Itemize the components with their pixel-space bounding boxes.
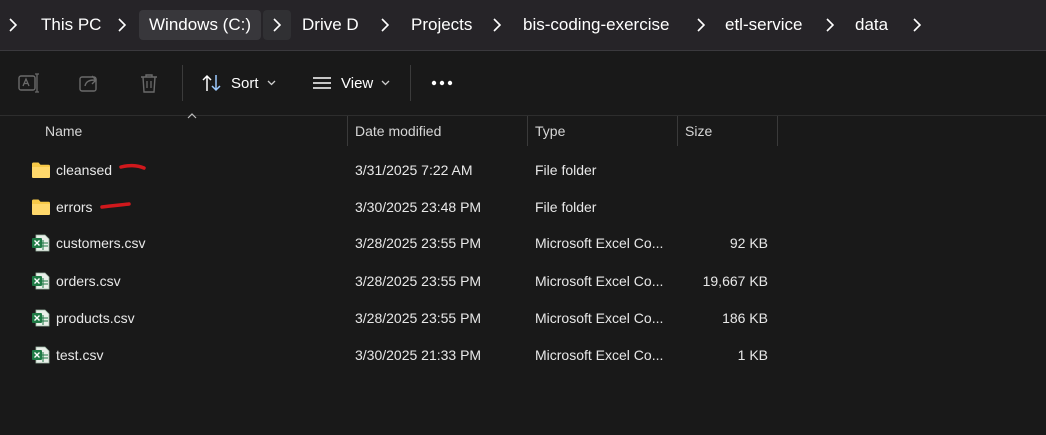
- file-type: Microsoft Excel Co...: [535, 310, 664, 326]
- chevron-right-icon[interactable]: [696, 16, 706, 34]
- column-header-type[interactable]: Type: [535, 116, 565, 146]
- file-date: 3/30/2025 21:33 PM: [355, 347, 482, 363]
- chevron-right-icon[interactable]: [492, 16, 502, 34]
- excel-file-icon: [32, 309, 50, 327]
- file-size: 186 KB: [722, 310, 768, 326]
- breadcrumb-etl-service[interactable]: etl-service: [725, 10, 802, 40]
- breadcrumb-data[interactable]: data: [855, 10, 888, 40]
- excel-file-icon: [32, 346, 50, 364]
- file-name: customers.csv: [56, 235, 146, 251]
- file-type: File folder: [535, 162, 597, 178]
- view-button[interactable]: View: [311, 69, 390, 97]
- file-type: Microsoft Excel Co...: [535, 347, 664, 363]
- file-type: Microsoft Excel Co...: [535, 273, 664, 289]
- file-size: 19,667 KB: [702, 273, 768, 289]
- sort-button[interactable]: Sort: [201, 69, 276, 97]
- column-header-size[interactable]: Size: [685, 116, 712, 146]
- sort-ascending-icon: [187, 113, 197, 119]
- file-row[interactable]: errors 3/30/2025 23:48 PM File folder: [0, 189, 780, 226]
- chevron-right-icon[interactable]: [117, 16, 127, 34]
- delete-icon[interactable]: [137, 71, 161, 95]
- chevron-right-icon[interactable]: [8, 16, 18, 34]
- file-date: 3/28/2025 23:55 PM: [355, 310, 482, 326]
- rename-icon[interactable]: [17, 71, 41, 95]
- view-label: View: [341, 74, 374, 92]
- view-list-icon: [313, 77, 331, 89]
- file-row[interactable]: customers.csv 3/28/2025 23:55 PM Microso…: [0, 225, 780, 262]
- toolbar-divider: [182, 65, 183, 101]
- file-row[interactable]: orders.csv 3/28/2025 23:55 PM Microsoft …: [0, 263, 780, 300]
- column-header-name[interactable]: Name: [45, 116, 82, 146]
- command-bar: Sort View: [0, 51, 1046, 116]
- red-annotation-mark: [119, 163, 146, 170]
- breadcrumb-dropdown[interactable]: [263, 10, 291, 40]
- column-divider[interactable]: [347, 116, 348, 146]
- breadcrumb-this-pc[interactable]: This PC: [41, 10, 101, 40]
- file-row[interactable]: test.csv 3/30/2025 21:33 PM Microsoft Ex…: [0, 337, 780, 374]
- chevron-right-icon[interactable]: [380, 16, 390, 34]
- sort-icon: [202, 74, 221, 92]
- file-type: Microsoft Excel Co...: [535, 235, 664, 251]
- toolbar-divider: [410, 65, 411, 101]
- file-name: errors: [56, 199, 93, 215]
- file-row[interactable]: products.csv 3/28/2025 23:55 PM Microsof…: [0, 300, 780, 337]
- file-type: File folder: [535, 199, 597, 215]
- address-bar: This PC Windows (C:) Drive D Projects bi…: [0, 0, 1046, 51]
- column-divider[interactable]: [777, 116, 778, 146]
- file-size: 1 KB: [737, 347, 768, 363]
- excel-file-icon: [32, 272, 50, 290]
- file-name: test.csv: [56, 347, 104, 363]
- breadcrumb-windows-c[interactable]: Windows (C:): [139, 10, 262, 40]
- file-date: 3/28/2025 23:55 PM: [355, 273, 482, 289]
- breadcrumb-drive-d[interactable]: Drive D: [302, 10, 359, 40]
- folder-icon: [32, 199, 50, 215]
- chevron-right-icon[interactable]: [912, 16, 922, 34]
- file-date: 3/28/2025 23:55 PM: [355, 235, 482, 251]
- breadcrumb-projects[interactable]: Projects: [411, 10, 472, 40]
- column-header-date[interactable]: Date modified: [355, 116, 441, 146]
- share-icon[interactable]: [77, 71, 101, 95]
- file-size: 92 KB: [729, 235, 768, 251]
- file-date: 3/30/2025 23:48 PM: [355, 199, 482, 215]
- more-options-icon[interactable]: [430, 71, 454, 95]
- file-size: [680, 189, 768, 226]
- chevron-down-icon: [381, 80, 390, 86]
- column-divider[interactable]: [677, 116, 678, 146]
- column-divider[interactable]: [527, 116, 528, 146]
- folder-icon: [32, 162, 50, 178]
- chevron-right-icon: [273, 18, 281, 32]
- file-name: orders.csv: [56, 273, 121, 289]
- breadcrumb-bis-coding-exercise[interactable]: bis-coding-exercise: [523, 10, 669, 40]
- chevron-right-icon[interactable]: [825, 16, 835, 34]
- file-name: cleansed: [56, 162, 113, 178]
- red-annotation-mark: [100, 202, 131, 209]
- excel-file-icon: [32, 234, 50, 252]
- file-name: products.csv: [56, 310, 135, 326]
- file-row[interactable]: cleansed 3/31/2025 7:22 AM File folder: [0, 152, 780, 189]
- file-date: 3/31/2025 7:22 AM: [355, 162, 473, 178]
- chevron-down-icon: [267, 80, 275, 86]
- sort-label: Sort: [231, 74, 259, 92]
- file-size: [680, 152, 768, 189]
